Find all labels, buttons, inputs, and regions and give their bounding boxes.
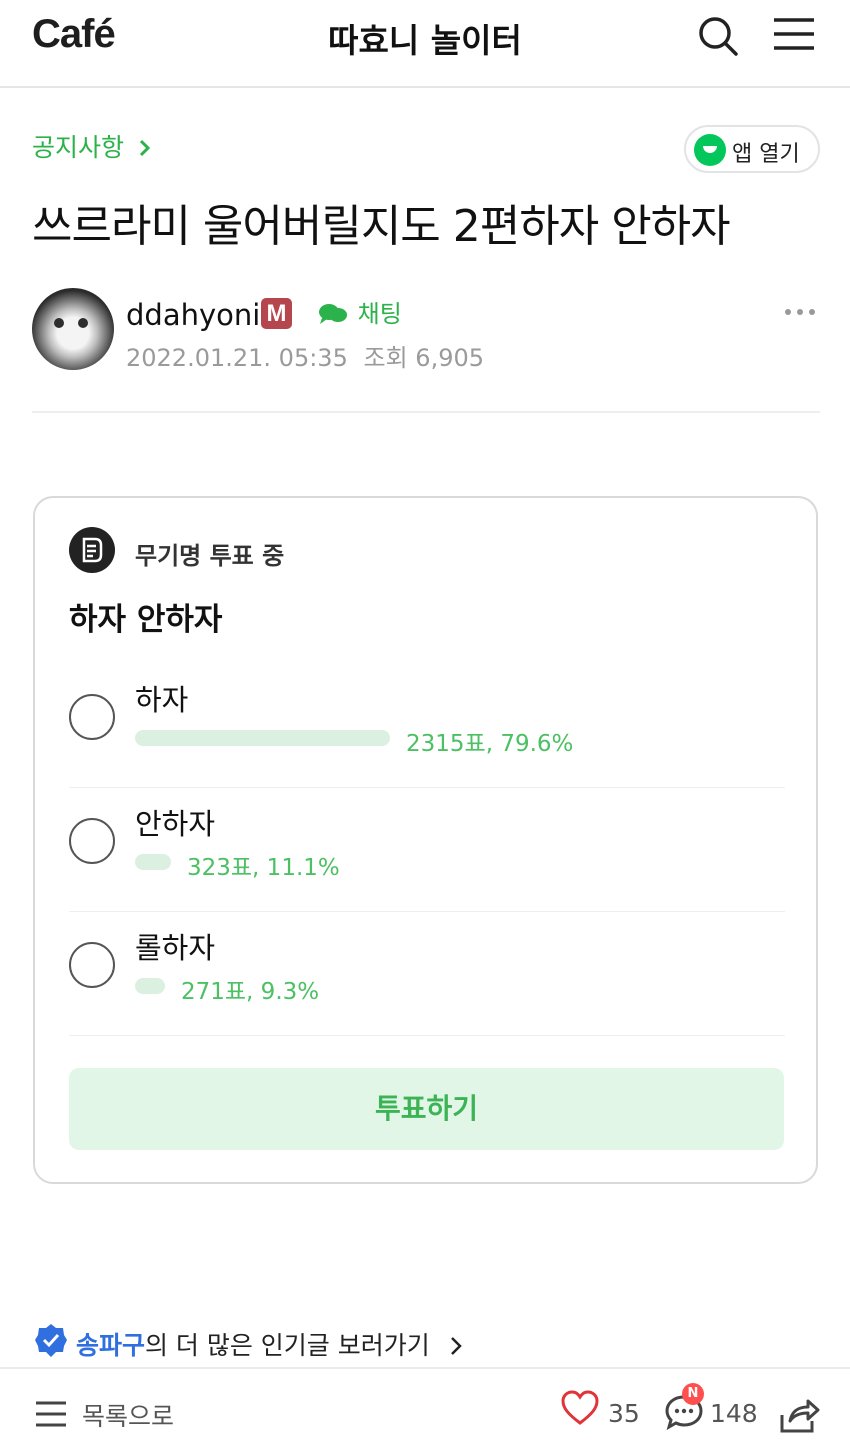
poll-option-label: 롤하자: [135, 931, 216, 965]
comment-count: 148: [710, 1399, 758, 1428]
poll-option[interactable]: 롤하자 271표, 9.3%: [69, 912, 785, 1036]
radio-button[interactable]: [69, 942, 115, 988]
poll-option[interactable]: 안하자 323표, 11.1%: [69, 788, 785, 912]
board-breadcrumb[interactable]: 공지사항: [32, 128, 152, 164]
article-title: 쓰르라미 울어버릴지도 2편하자 안하자: [32, 201, 731, 252]
verified-location-icon: [35, 1324, 67, 1357]
board-name: 공지사항: [32, 133, 125, 162]
poll-option-result: 271표, 9.3%: [181, 979, 320, 1005]
chevron-right-icon: [139, 139, 151, 157]
popular-posts-link[interactable]: 송파구의 더 많은 인기글 보러가기: [34, 1322, 464, 1362]
avatar-eye: [54, 318, 64, 328]
views-label: 조회: [363, 344, 408, 372]
result-bar: [135, 854, 171, 870]
chat-button[interactable]: 채팅: [318, 294, 402, 329]
more-options-icon[interactable]: [780, 300, 820, 324]
poll-icon: [69, 527, 115, 573]
poll-status: 무기명 투표 중: [135, 542, 285, 570]
like-count: 35: [608, 1399, 640, 1428]
poll-option-result: 2315표, 79.6%: [406, 731, 574, 757]
header-divider: [32, 411, 820, 413]
author-avatar[interactable]: [32, 288, 114, 370]
heart-icon: [561, 1390, 599, 1425]
list-button-label: 목록으로: [82, 1402, 175, 1431]
search-icon[interactable]: [694, 12, 742, 60]
like-button[interactable]: 35: [560, 1389, 640, 1433]
vote-button[interactable]: 투표하기: [69, 1068, 784, 1150]
location-name: 송파구: [75, 1331, 145, 1360]
author-nickname[interactable]: ddahyoni: [126, 298, 260, 332]
avatar-eye: [78, 318, 88, 328]
list-icon: [36, 1401, 66, 1427]
poll-option[interactable]: 하자 2315표, 79.6%: [69, 664, 785, 788]
poll-option-result: 323표, 11.1%: [187, 855, 340, 881]
chevron-right-icon: [450, 1337, 462, 1355]
poll-question: 하자 안하자: [69, 602, 223, 638]
radio-button[interactable]: [69, 694, 115, 740]
open-app-button[interactable]: 앱 열기: [684, 125, 820, 173]
manager-badge: M: [261, 298, 292, 329]
top-header: Café 따효니 놀이터: [0, 0, 850, 88]
poll-option-label: 하자: [135, 683, 189, 717]
article-meta: 2022.01.21. 05:35 조회 6,905: [126, 338, 484, 373]
radio-button[interactable]: [69, 818, 115, 864]
result-bar: [135, 730, 390, 746]
post-date: 2022.01.21. 05:35: [126, 344, 348, 372]
chat-bubble-icon: [319, 304, 347, 324]
naver-cafe-app-icon: [694, 134, 726, 166]
share-icon[interactable]: [778, 1395, 820, 1439]
views-count: 6,905: [415, 344, 485, 372]
bottom-toolbar: 목록으로 35 N 148: [0, 1367, 850, 1451]
result-bar: [135, 978, 165, 994]
open-app-label: 앱 열기: [732, 142, 800, 167]
new-comment-badge: N: [682, 1383, 704, 1405]
chat-label: 채팅: [357, 300, 402, 328]
hamburger-menu-icon[interactable]: [770, 12, 818, 60]
poll-option-label: 안하자: [135, 807, 216, 841]
poll-card: 무기명 투표 중 하자 안하자 하자 2315표, 79.6% 안하자 323표…: [33, 496, 818, 1184]
popular-link-text: 의 더 많은 인기글 보러가기: [144, 1331, 430, 1360]
